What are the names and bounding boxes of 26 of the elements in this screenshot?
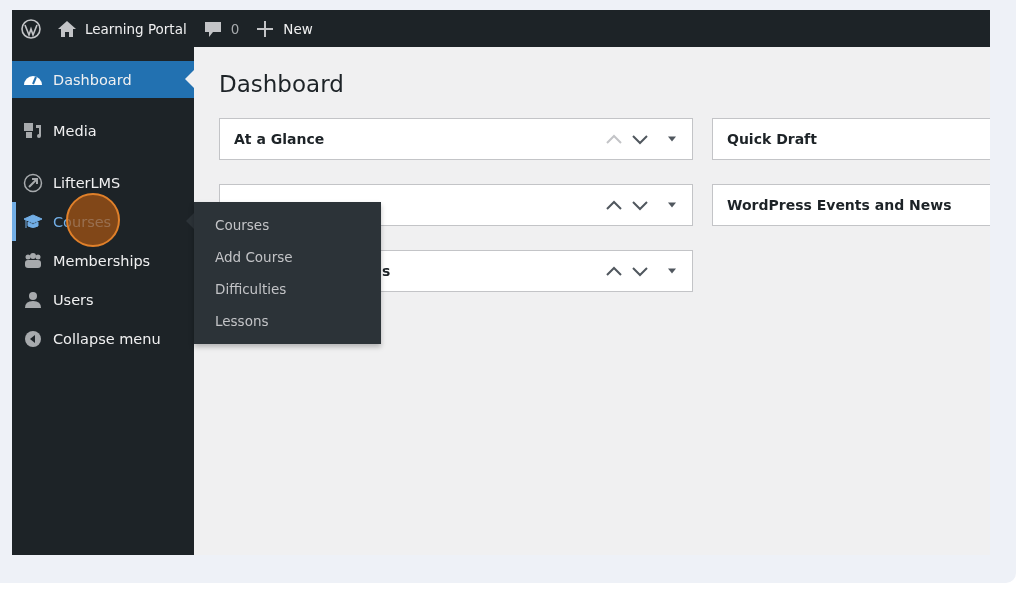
menu-item[interactable]: Memberships (12, 241, 194, 280)
page-title: Dashboard (219, 71, 345, 99)
user-icon (23, 289, 43, 310)
menu-item[interactable]: Dashboard (12, 61, 194, 98)
submenu-item[interactable]: Lessons (194, 305, 381, 337)
panel-title: At a Glance (234, 131, 326, 147)
site-name-link[interactable]: Learning Portal (57, 18, 187, 39)
collapse-icon[interactable] (23, 328, 43, 349)
submenu-item[interactable]: Add Course (194, 241, 381, 273)
menu-item[interactable]: Media (12, 98, 194, 150)
new-link[interactable]: New (255, 18, 313, 39)
submenu-item[interactable]: Difficulties (194, 273, 381, 305)
panel-title: s (381, 263, 392, 279)
menu-item[interactable]: LifterLMS (12, 150, 194, 202)
menu-item[interactable]: Users (12, 280, 194, 319)
media-icon (23, 120, 43, 141)
panel-title: WordPress Events and News (727, 197, 953, 213)
rocket-icon (23, 172, 43, 193)
people-icon (23, 250, 43, 271)
wordpress-logo-icon[interactable] (21, 18, 41, 39)
house-icon (57, 18, 77, 39)
submenu-item[interactable]: Courses (194, 209, 381, 241)
plus-icon (255, 18, 276, 39)
panel-title: Quick Draft (727, 131, 818, 147)
menu-item[interactable]: Collapse menu (12, 319, 194, 358)
comments-link[interactable]: 0 (202, 18, 240, 39)
